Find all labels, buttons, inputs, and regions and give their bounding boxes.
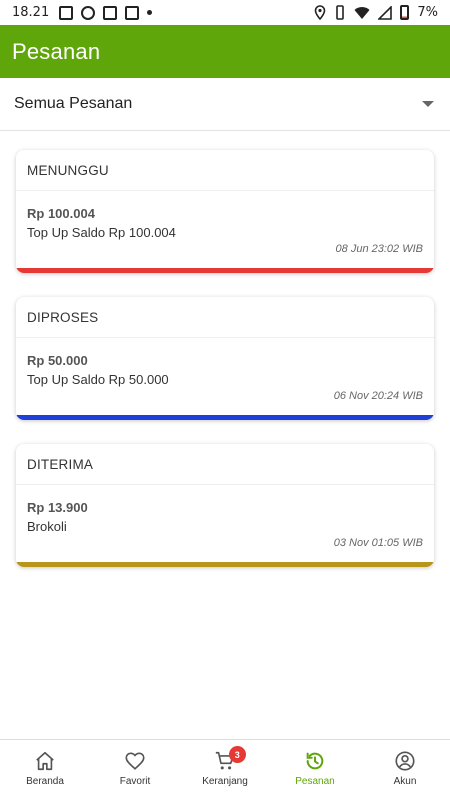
battery-percent: 7% bbox=[417, 5, 438, 20]
battery-icon bbox=[400, 5, 410, 20]
order-description: Brokoli bbox=[27, 519, 67, 534]
dropdown-arrow-icon bbox=[422, 101, 434, 107]
history-icon bbox=[306, 752, 324, 770]
app-bar: Pesanan bbox=[0, 25, 450, 78]
shield-icon bbox=[103, 5, 118, 20]
order-status-bar bbox=[16, 562, 434, 567]
nav-label: Favorit bbox=[119, 776, 151, 787]
nav-label: Beranda bbox=[26, 776, 64, 787]
signal-icon bbox=[378, 5, 393, 20]
status-time: 18.21 bbox=[12, 5, 50, 20]
cart-count-badge: 3 bbox=[228, 746, 246, 763]
order-description: Top Up Saldo Rp 50.000 bbox=[27, 372, 169, 387]
order-date: 03 Nov 01:05 WIB bbox=[333, 537, 423, 549]
order-status-bar bbox=[16, 268, 434, 273]
order-status: DIPROSES bbox=[16, 297, 434, 338]
order-status: DITERIMA bbox=[16, 444, 434, 485]
order-status: MENUNGGU bbox=[16, 150, 434, 191]
order-price: Rp 13.900 bbox=[27, 500, 88, 515]
nav-label: Pesanan bbox=[295, 776, 335, 787]
more-notifications-icon bbox=[147, 10, 153, 15]
wifi-icon bbox=[354, 6, 370, 19]
nav-item-pesanan[interactable]: Pesanan bbox=[270, 740, 360, 800]
order-card[interactable]: MENUNGGU Rp 100.004 Top Up Saldo Rp 100.… bbox=[16, 150, 434, 273]
notification-icons bbox=[59, 5, 153, 20]
vibrate-icon bbox=[336, 5, 345, 20]
order-date: 08 Jun 23:02 WIB bbox=[335, 243, 423, 255]
whatsapp-icon bbox=[81, 5, 96, 20]
nav-item-beranda[interactable]: Beranda bbox=[0, 740, 90, 800]
order-price: Rp 100.004 bbox=[27, 206, 95, 221]
page-title: Pesanan bbox=[12, 38, 101, 64]
account-icon bbox=[395, 751, 415, 771]
location-icon bbox=[315, 5, 326, 20]
nav-item-keranjang[interactable]: 3 Keranjang bbox=[180, 740, 270, 800]
nav-item-favorit[interactable]: Favorit bbox=[90, 740, 180, 800]
order-card[interactable]: DITERIMA Rp 13.900 Brokoli 03 Nov 01:05 … bbox=[16, 444, 434, 567]
mail-icon bbox=[125, 5, 140, 20]
nav-label: Keranjang bbox=[202, 776, 248, 787]
home-icon bbox=[36, 751, 54, 771]
order-card[interactable]: DIPROSES Rp 50.000 Top Up Saldo Rp 50.00… bbox=[16, 297, 434, 420]
nav-item-akun[interactable]: Akun bbox=[360, 740, 450, 800]
news-icon bbox=[59, 5, 74, 20]
heart-icon bbox=[125, 752, 145, 770]
order-date: 06 Nov 20:24 WIB bbox=[333, 390, 423, 402]
nav-label: Akun bbox=[393, 776, 417, 787]
order-status-bar bbox=[16, 415, 434, 420]
filter-selected-label: Semua Pesanan bbox=[14, 95, 133, 112]
bottom-navigation: Beranda Favorit 3 Keranjang Pesanan Akun bbox=[0, 739, 450, 800]
order-price: Rp 50.000 bbox=[27, 353, 88, 368]
order-filter-dropdown[interactable]: Semua Pesanan bbox=[0, 78, 450, 131]
status-bar: 18.21 7% bbox=[0, 0, 450, 25]
system-icons: 7% bbox=[314, 5, 438, 20]
order-description: Top Up Saldo Rp 100.004 bbox=[27, 225, 176, 240]
